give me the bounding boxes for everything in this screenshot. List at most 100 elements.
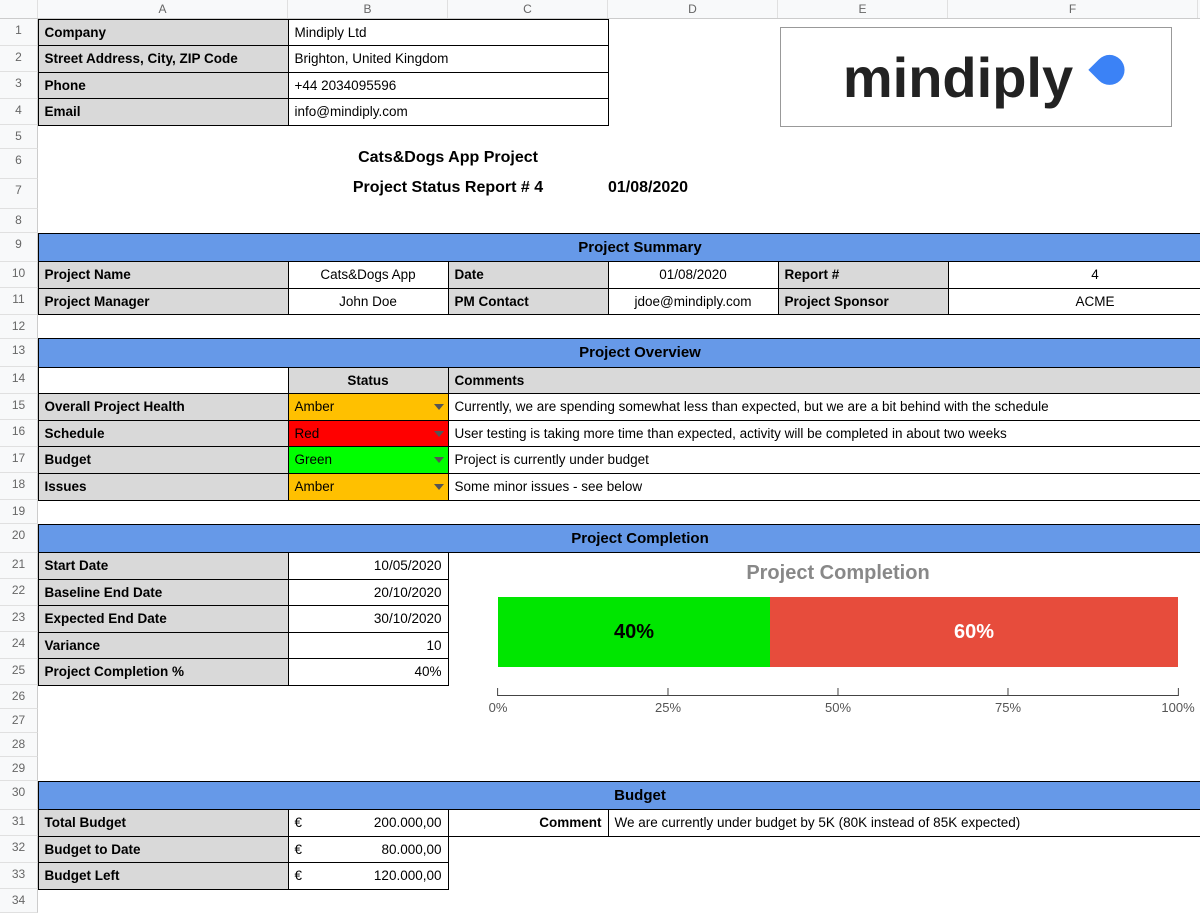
project-title[interactable]: Cats&Dogs App Project xyxy=(288,149,608,179)
overview-row-label[interactable]: Schedule xyxy=(38,420,289,448)
overview-row-label[interactable]: Overall Project Health xyxy=(38,393,289,421)
status-dropdown[interactable]: Red xyxy=(288,420,449,448)
row-number: 11 xyxy=(0,288,38,315)
row-number: 2 xyxy=(0,46,38,73)
completion-row-label[interactable]: Start Date xyxy=(38,552,289,580)
budget-comment-label[interactable]: Comment xyxy=(448,809,609,837)
budget-row-label[interactable]: Budget Left xyxy=(38,862,289,890)
sponsor-label[interactable]: Project Sponsor xyxy=(778,288,949,316)
date-value[interactable]: 01/08/2020 xyxy=(608,261,779,289)
email-value[interactable]: info@mindiply.com xyxy=(288,98,609,126)
row-number: 34 xyxy=(0,889,38,913)
row-number: 12 xyxy=(0,315,38,339)
chart-remaining-bar: 60% xyxy=(770,597,1178,667)
row-number: 8 xyxy=(0,209,38,233)
row-number: 20 xyxy=(0,524,38,553)
budget-header[interactable]: Budget xyxy=(38,781,1200,811)
row-number: 9 xyxy=(0,233,38,262)
report-num-value[interactable]: 4 xyxy=(948,261,1200,289)
row-number: 31 xyxy=(0,810,38,837)
row-number: 7 xyxy=(0,179,38,209)
row-number: 33 xyxy=(0,863,38,890)
completion-row-label[interactable]: Expected End Date xyxy=(38,605,289,633)
row-number: 17 xyxy=(0,447,38,474)
budget-row-label[interactable]: Total Budget xyxy=(38,809,289,837)
row-number: 28 xyxy=(0,733,38,757)
budget-row-value[interactable]: €80.000,00 xyxy=(288,836,449,864)
phone-value[interactable]: +44 2034095596 xyxy=(288,72,609,100)
row-number: 19 xyxy=(0,500,38,524)
project-name-label[interactable]: Project Name xyxy=(38,261,289,289)
row-number: 1 xyxy=(0,19,38,46)
row-number: 14 xyxy=(0,367,38,394)
row-number: 10 xyxy=(0,262,38,289)
overview-row-label[interactable]: Budget xyxy=(38,446,289,474)
row-number: 22 xyxy=(0,579,38,606)
chevron-down-icon xyxy=(434,431,444,437)
status-dropdown[interactable]: Amber xyxy=(288,473,449,501)
row-number: 16 xyxy=(0,420,38,447)
budget-row-value[interactable]: €200.000,00 xyxy=(288,809,449,837)
chevron-down-icon xyxy=(434,484,444,490)
completion-row-value[interactable]: 30/10/2020 xyxy=(288,605,449,633)
completion-row-label[interactable]: Baseline End Date xyxy=(38,579,289,607)
spreadsheet[interactable]: A B C D E F G 1 Company Mindiply Ltd 2 S… xyxy=(0,0,1200,913)
row-number: 5 xyxy=(0,125,38,149)
status-header[interactable]: Status xyxy=(288,367,449,395)
completion-row-value[interactable]: 40% xyxy=(288,658,449,686)
report-num-label[interactable]: Report # xyxy=(778,261,949,289)
status-dropdown[interactable]: Green xyxy=(288,446,449,474)
pm-contact-value[interactable]: jdoe@mindiply.com xyxy=(608,288,779,316)
comments-header[interactable]: Comments xyxy=(448,367,1200,395)
row-number: 27 xyxy=(0,709,38,733)
completion-row-value[interactable]: 10/05/2020 xyxy=(288,552,449,580)
overview-comment[interactable]: Currently, we are spending somewhat less… xyxy=(448,393,1200,421)
company-value[interactable]: Mindiply Ltd xyxy=(288,19,609,47)
overview-blank[interactable] xyxy=(38,367,289,395)
completion-row-label[interactable]: Project Completion % xyxy=(38,658,289,686)
report-date[interactable]: 01/08/2020 xyxy=(608,179,778,209)
address-label[interactable]: Street Address, City, ZIP Code xyxy=(38,45,289,73)
completion-row-value[interactable]: 10 xyxy=(288,632,449,660)
row-number: 30 xyxy=(0,781,38,810)
email-label[interactable]: Email xyxy=(38,98,289,126)
summary-header[interactable]: Project Summary xyxy=(38,233,1200,263)
row-number: 21 xyxy=(0,553,38,580)
chart-complete-bar: 40% xyxy=(498,597,770,667)
column-headers: A B C D E F G xyxy=(0,0,1200,19)
company-label[interactable]: Company xyxy=(38,19,289,47)
completion-chart: Project Completion 40% 60% 0% 25% 50% 75… xyxy=(498,562,1178,717)
row-number: 3 xyxy=(0,72,38,99)
overview-header[interactable]: Project Overview xyxy=(38,338,1200,368)
address-value[interactable]: Brighton, United Kingdom xyxy=(288,45,609,73)
status-dropdown[interactable]: Amber xyxy=(288,393,449,421)
pm-label[interactable]: Project Manager xyxy=(38,288,289,316)
row-number: 26 xyxy=(0,685,38,709)
overview-comment[interactable]: User testing is taking more time than ex… xyxy=(448,420,1200,448)
sponsor-value[interactable]: ACME xyxy=(948,288,1200,316)
logo-dot-icon xyxy=(1088,49,1130,91)
overview-row-label[interactable]: Issues xyxy=(38,473,289,501)
overview-comment[interactable]: Some minor issues - see below xyxy=(448,473,1200,501)
row-number: 18 xyxy=(0,473,38,500)
date-label[interactable]: Date xyxy=(448,261,609,289)
budget-row-value[interactable]: €120.000,00 xyxy=(288,862,449,890)
overview-comment[interactable]: Project is currently under budget xyxy=(448,446,1200,474)
chart-axis: 0% 25% 50% 75% 100% xyxy=(498,695,1178,717)
row-number: 29 xyxy=(0,757,38,781)
completion-header[interactable]: Project Completion xyxy=(38,524,1200,554)
completion-row-value[interactable]: 20/10/2020 xyxy=(288,579,449,607)
row-number: 4 xyxy=(0,99,38,126)
phone-label[interactable]: Phone xyxy=(38,72,289,100)
chevron-down-icon xyxy=(434,457,444,463)
report-title[interactable]: Project Status Report # 4 xyxy=(288,179,608,209)
budget-row-label[interactable]: Budget to Date xyxy=(38,836,289,864)
chevron-down-icon xyxy=(434,404,444,410)
completion-row-label[interactable]: Variance xyxy=(38,632,289,660)
budget-comment-value[interactable]: We are currently under budget by 5K (80K… xyxy=(608,809,1200,837)
project-name-value[interactable]: Cats&Dogs App xyxy=(288,261,449,289)
chart-title: Project Completion xyxy=(498,562,1178,585)
pm-value[interactable]: John Doe xyxy=(288,288,449,316)
row-number: 6 xyxy=(0,149,38,179)
pm-contact-label[interactable]: PM Contact xyxy=(448,288,609,316)
